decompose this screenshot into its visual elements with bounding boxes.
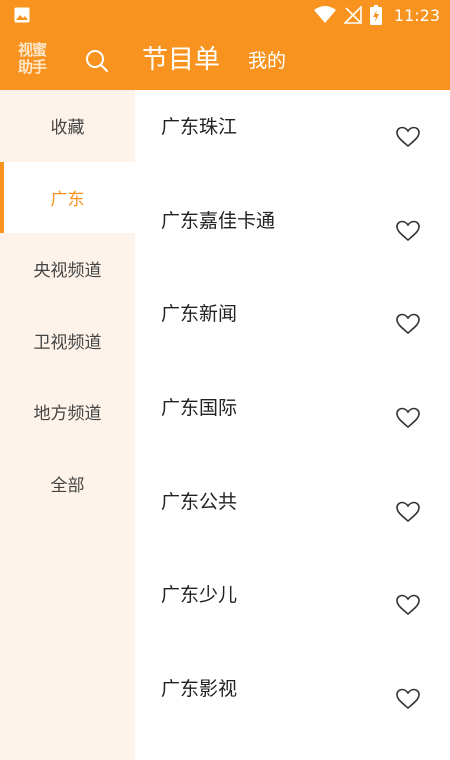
sidebar-item-label: 广东 bbox=[50, 189, 85, 210]
channel-name: 广东嘉佳卡通 bbox=[161, 209, 276, 232]
sidebar-item-guangdong[interactable]: 广东 bbox=[0, 161, 135, 233]
favorite-heart-icon[interactable] bbox=[396, 594, 420, 616]
sidebar-item-label: 地方频道 bbox=[33, 404, 102, 425]
channel-row[interactable]: 广东新闻 bbox=[135, 277, 450, 371]
sidebar-item-satellite[interactable]: 卫视频道 bbox=[0, 305, 135, 377]
favorite-heart-icon[interactable] bbox=[396, 220, 420, 242]
category-sidebar: 收藏 广东 央视频道 卫视频道 地方频道 全部 bbox=[0, 90, 135, 760]
favorite-heart-icon[interactable] bbox=[396, 407, 420, 429]
channel-name: 广东少儿 bbox=[161, 584, 238, 607]
logo-line-1: 视蜜 bbox=[18, 41, 47, 59]
app-logo: 视蜜 助手 bbox=[18, 42, 56, 78]
search-icon[interactable] bbox=[84, 48, 110, 74]
favorite-heart-icon[interactable] bbox=[396, 688, 420, 710]
channel-name: 广东珠江 bbox=[161, 116, 238, 138]
sidebar-item-label: 卫视频道 bbox=[33, 332, 102, 353]
channel-name: 广东国际 bbox=[161, 397, 238, 420]
channel-row[interactable]: 广东公共 bbox=[135, 465, 450, 559]
sidebar-item-label: 全部 bbox=[50, 475, 85, 496]
sidebar-item-cctv[interactable]: 央视频道 bbox=[0, 233, 135, 305]
channel-name: 广东影视 bbox=[161, 678, 238, 701]
wifi-icon bbox=[313, 6, 336, 23]
channel-row[interactable]: 广东珠江 bbox=[135, 90, 450, 184]
status-bar: 11:23 bbox=[0, 0, 450, 30]
status-time: 11:23 bbox=[393, 5, 440, 25]
sidebar-item-all[interactable]: 全部 bbox=[0, 448, 135, 520]
tab-program-list[interactable]: 节目单 bbox=[142, 42, 220, 78]
image-notification-icon bbox=[14, 7, 30, 23]
channel-row[interactable]: 广东嘉佳卡通 bbox=[135, 184, 450, 278]
sidebar-item-local[interactable]: 地方频道 bbox=[0, 376, 135, 448]
favorite-heart-icon[interactable] bbox=[396, 126, 420, 148]
favorite-heart-icon[interactable] bbox=[396, 501, 420, 523]
app-bar: 视蜜 助手 节目单 我的 bbox=[0, 30, 450, 90]
sidebar-item-favorites[interactable]: 收藏 bbox=[0, 90, 135, 162]
sidebar-item-label: 收藏 bbox=[50, 118, 85, 139]
no-signal-icon bbox=[343, 6, 362, 24]
favorite-heart-icon[interactable] bbox=[396, 313, 420, 335]
channel-name: 广东公共 bbox=[161, 490, 238, 513]
logo-line-2: 助手 bbox=[18, 58, 47, 76]
channel-row[interactable]: 广东少儿 bbox=[135, 558, 450, 652]
channel-name: 广东新闻 bbox=[161, 303, 238, 326]
channel-row[interactable]: 广东国际 bbox=[135, 371, 450, 465]
tab-mine[interactable]: 我的 bbox=[248, 47, 286, 75]
channel-row[interactable]: 广东影视 bbox=[135, 652, 450, 746]
sidebar-item-label: 央视频道 bbox=[33, 261, 102, 282]
battery-charging-icon bbox=[369, 5, 382, 25]
channel-list: 广东珠江 广东嘉佳卡通 广东新闻 广东国际 广东公共 广东少儿 广东影视 bbox=[135, 90, 450, 760]
